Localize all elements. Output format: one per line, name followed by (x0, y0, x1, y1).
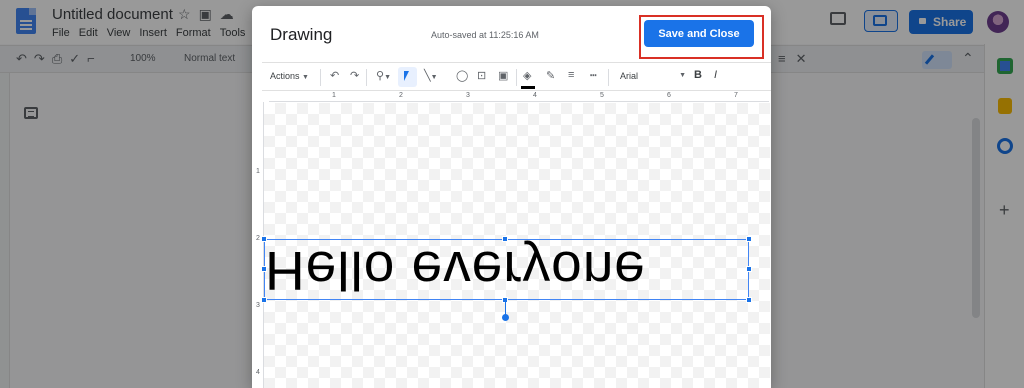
actions-label: Actions (270, 71, 300, 81)
text-box-tool-icon[interactable]: ⊡ (477, 69, 486, 86)
image-tool-icon[interactable]: ▣ (498, 69, 508, 86)
resize-handle[interactable] (261, 266, 267, 272)
font-family-select[interactable]: Arial ▼ (620, 71, 686, 81)
ruler-label: 6 (667, 92, 671, 99)
ruler-label: 2 (399, 92, 403, 99)
fill-color-icon[interactable]: ◈ (523, 69, 531, 86)
ruler-label: 7 (734, 92, 738, 99)
vertical-ruler: 1 2 3 4 (256, 102, 264, 388)
rotate-handle[interactable] (502, 314, 509, 321)
toolbar-divider (608, 69, 609, 86)
border-color-icon[interactable]: ✎ (546, 69, 555, 86)
resize-handle[interactable] (746, 297, 752, 303)
border-weight-icon[interactable]: ≡ (568, 69, 574, 86)
autosave-status: Auto-saved at 11:25:16 AM (431, 30, 539, 40)
italic-button[interactable]: I (714, 69, 717, 86)
toolbar-divider (516, 69, 517, 86)
ruler-label: 1 (332, 92, 336, 99)
shape-tool-icon[interactable]: ◯ (456, 69, 468, 86)
chevron-down-icon: ▼ (679, 72, 686, 79)
ruler-label: 4 (256, 369, 260, 376)
font-family-value: Arial (620, 71, 639, 81)
flipped-text[interactable]: Hello everyone (265, 240, 750, 302)
dialog-title: Drawing (270, 25, 333, 44)
rotation-line (505, 300, 506, 315)
save-and-close-button[interactable]: Save and Close (644, 20, 754, 47)
toolbar-divider (366, 69, 367, 86)
resize-handle[interactable] (746, 236, 752, 242)
select-tool-icon[interactable] (398, 67, 417, 87)
resize-handle[interactable] (261, 297, 267, 303)
border-dash-icon[interactable]: ┅ (590, 69, 597, 86)
resize-handle[interactable] (502, 236, 508, 242)
toolbar-divider (320, 69, 321, 86)
bold-button[interactable]: B (694, 69, 702, 86)
fill-color-swatch (521, 86, 535, 89)
line-tool-icon[interactable]: ╲▼ (424, 69, 438, 86)
selected-text-box[interactable]: Hello everyone (264, 239, 750, 302)
ruler-label: 1 (256, 168, 260, 175)
ruler-label: 3 (256, 302, 260, 309)
redo-icon[interactable]: ↷ (350, 69, 359, 86)
drawing-dialog: Drawing Auto-saved at 11:25:16 AM Save a… (252, 6, 771, 388)
ruler-label: 2 (256, 235, 260, 242)
chevron-down-icon: ▼ (302, 74, 309, 81)
ruler-label: 4 (533, 92, 537, 99)
ruler-label: 5 (600, 92, 604, 99)
resize-handle[interactable] (261, 236, 267, 242)
zoom-icon[interactable]: ⚲▼ (376, 69, 391, 86)
horizontal-ruler: 1 2 3 4 5 6 7 (269, 92, 769, 102)
resize-handle[interactable] (746, 266, 752, 272)
undo-icon[interactable]: ↶ (330, 69, 339, 86)
actions-menu[interactable]: Actions ▼ (270, 71, 309, 88)
drawing-toolbar: Actions ▼ ↶ ↷ ⚲▼ ╲▼ ◯ ⊡ ▣ ◈ ✎ ≡ ┅ Arial ▼… (262, 62, 771, 91)
ruler-label: 3 (466, 92, 470, 99)
